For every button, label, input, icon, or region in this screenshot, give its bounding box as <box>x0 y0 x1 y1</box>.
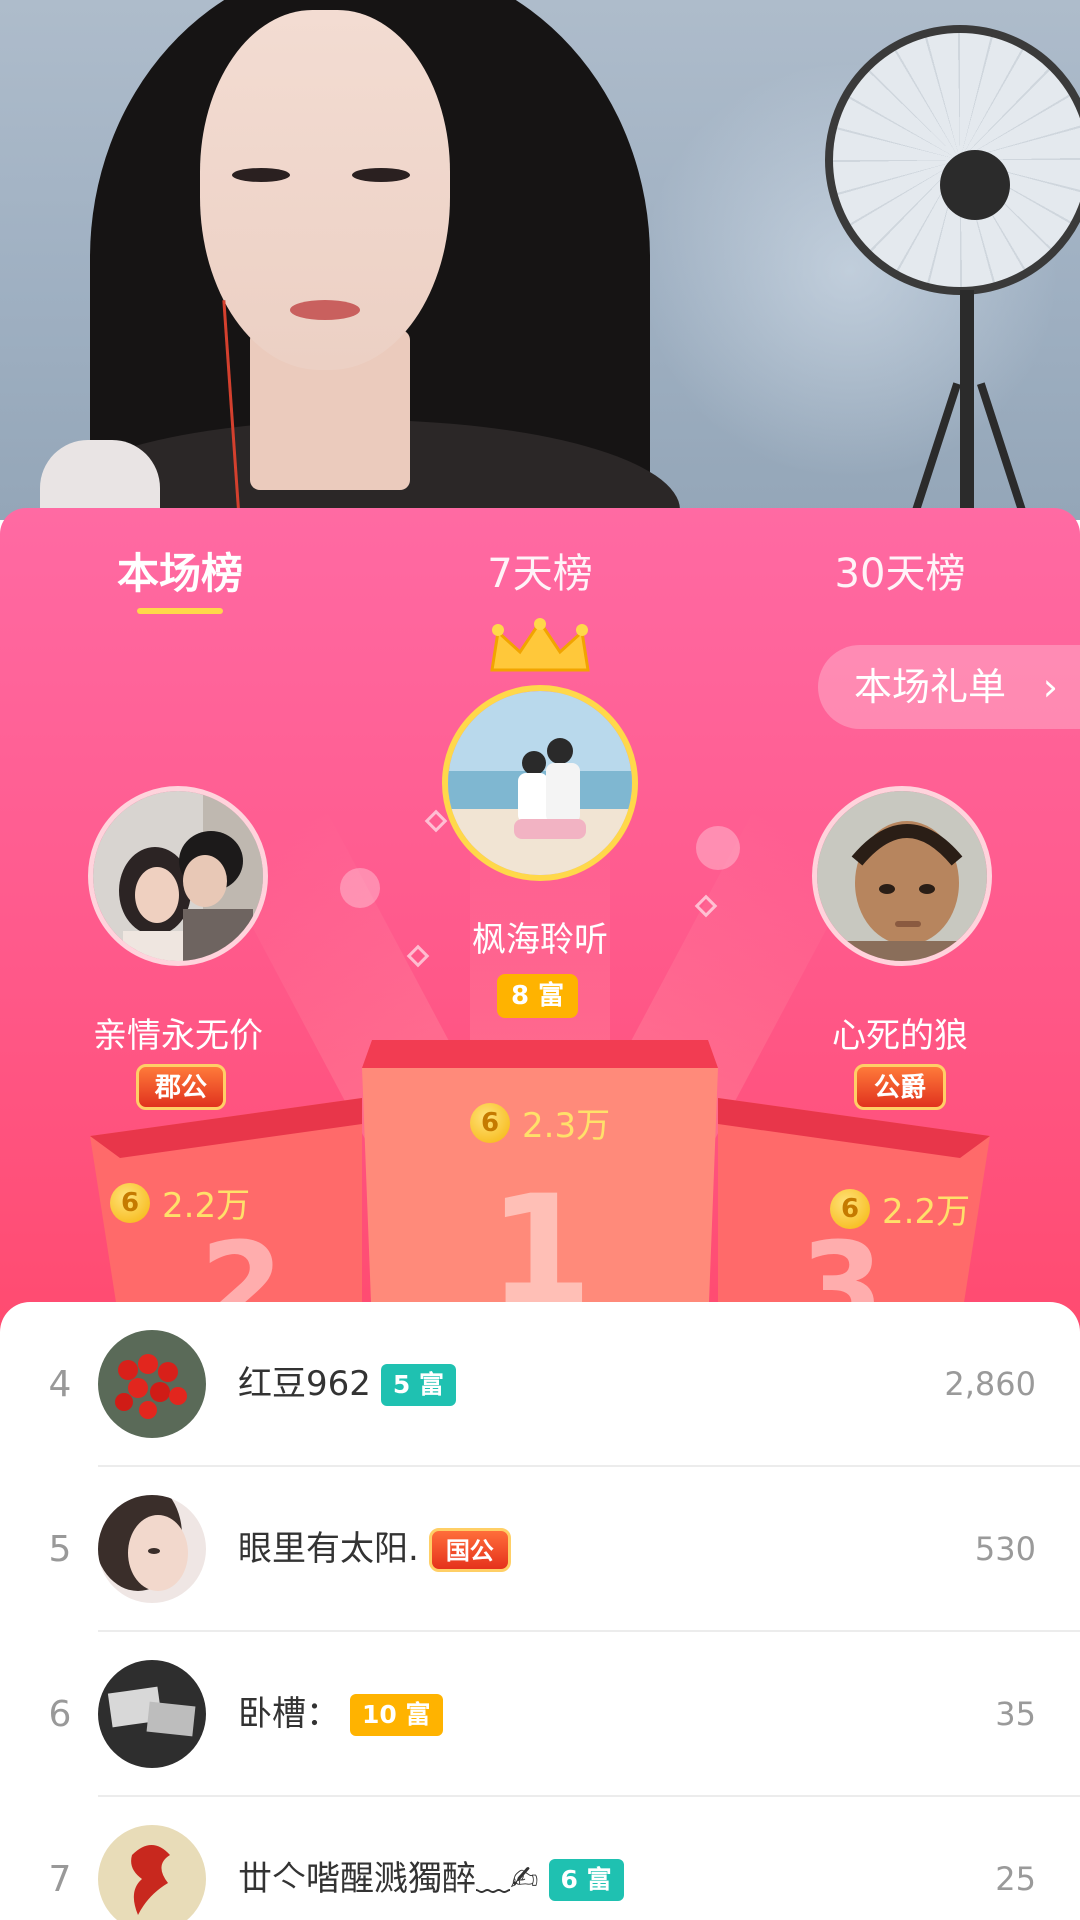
top1-score-value: 2.3万 <box>522 1106 611 1146</box>
avatar[interactable] <box>98 1495 206 1603</box>
wealth-badge: 6 富 <box>548 1858 624 1901</box>
coin-icon: 6 <box>470 1102 510 1143</box>
avatar[interactable] <box>98 1825 206 1920</box>
bokeh-dot <box>340 868 380 908</box>
bokeh-dot <box>696 826 740 870</box>
top2-score: 6 2.2万 <box>110 1178 250 1227</box>
ranking-list: 4 红豆962 5 富 2,860 5 眼里有太阳. 国公 530 6 卧槽： … <box>0 1302 1080 1920</box>
list-user: 眼里有太阳. 国公 <box>238 1467 511 1632</box>
top1-name: 枫海聆听 <box>472 920 608 960</box>
streamer-lips <box>290 300 360 320</box>
contribution-value: 2,860 <box>944 1365 1036 1403</box>
avatar[interactable] <box>98 1660 206 1768</box>
top1-score: 6 2.3万 <box>470 1098 610 1147</box>
rank-number: 7 <box>48 1859 72 1900</box>
coin-icon: 6 <box>110 1182 150 1223</box>
list-item[interactable]: 5 眼里有太阳. 国公 530 <box>0 1467 1080 1632</box>
list-user: 卧槽： 10 富 <box>238 1632 443 1797</box>
gift-list-label: 本场礼单 <box>854 665 1007 709</box>
contribution-value: 35 <box>995 1695 1036 1733</box>
tab-this-session[interactable]: 本场榜 <box>80 534 280 614</box>
top3-score-value: 2.2万 <box>882 1192 971 1232</box>
sparkle-icon <box>424 809 448 833</box>
list-item[interactable]: 7 丗亽喈醒溅獨醉﹏✍ 6 富 25 <box>0 1797 1080 1920</box>
contribution-value: 530 <box>974 1530 1036 1568</box>
top1-avatar[interactable] <box>442 685 638 881</box>
list-user: 丗亽喈醒溅獨醉﹏✍ 6 富 <box>238 1797 624 1920</box>
top2-score-value: 2.2万 <box>162 1186 251 1226</box>
avatar[interactable] <box>98 1330 206 1438</box>
top2-avatar[interactable] <box>88 786 268 966</box>
chevron-right-icon: › <box>1042 665 1058 709</box>
tab-30-days[interactable]: 30天榜 <box>800 534 1000 614</box>
top3-avatar[interactable] <box>812 786 992 966</box>
rank-number: 5 <box>48 1529 72 1570</box>
username: 眼里有太阳. <box>238 1529 419 1569</box>
streamer-eye <box>232 168 290 182</box>
username: 红豆962 <box>238 1364 371 1404</box>
contribution-value: 25 <box>995 1860 1036 1898</box>
list-item[interactable]: 6 卧槽： 10 富 35 <box>0 1632 1080 1797</box>
list-item[interactable]: 4 红豆962 5 富 2,860 <box>0 1302 1080 1467</box>
rank-number: 4 <box>48 1364 72 1405</box>
list-user: 红豆962 5 富 <box>238 1302 457 1467</box>
streamer-eye <box>352 168 410 182</box>
username: 丗亽喈醒溅獨醉﹏✍ <box>238 1859 539 1899</box>
wealth-badge: 10 富 <box>350 1693 443 1736</box>
rank-number: 6 <box>48 1694 72 1735</box>
sparkle-icon <box>406 944 430 968</box>
coin-icon: 6 <box>830 1188 870 1229</box>
username: 卧槽： <box>238 1694 340 1734</box>
crown-icon <box>490 618 590 672</box>
gift-list-button[interactable]: 本场礼单 › <box>818 645 1080 729</box>
live-video-stream[interactable] <box>0 0 1080 520</box>
wealth-badge: 5 富 <box>380 1363 457 1406</box>
top3-score: 6 2.2万 <box>830 1184 970 1233</box>
lamp-center <box>940 150 1010 220</box>
lamp-stand <box>960 290 974 520</box>
active-tab-indicator <box>137 608 223 614</box>
title-badge: 国公 <box>428 1527 511 1572</box>
tab-7-days[interactable]: 7天榜 <box>440 534 640 614</box>
top1-wealth-badge: 8 富 <box>497 974 579 1018</box>
